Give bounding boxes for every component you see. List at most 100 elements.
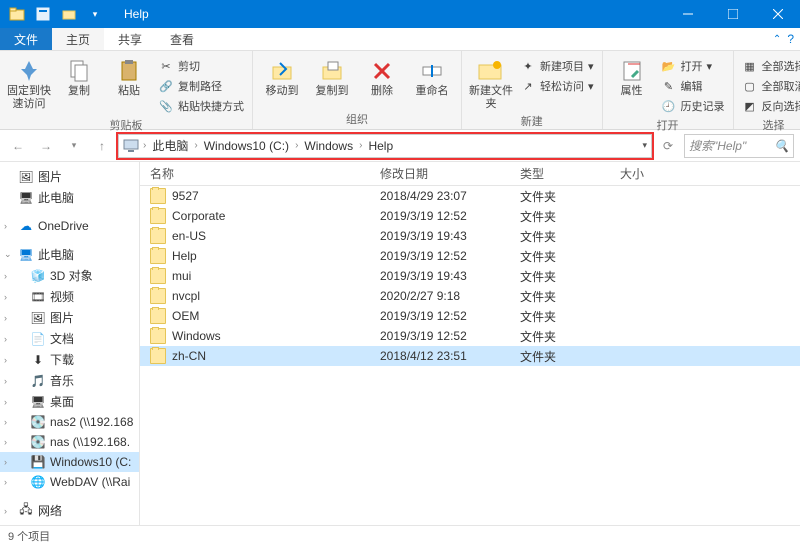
file-row[interactable]: Corporate2019/3/19 12:52文件夹: [140, 206, 800, 226]
expand-icon[interactable]: ›: [4, 506, 7, 516]
file-row[interactable]: zh-CN2018/4/12 23:51文件夹: [140, 346, 800, 366]
col-type[interactable]: 类型: [510, 165, 610, 182]
pin-button[interactable]: 固定到快速访问: [6, 55, 52, 111]
history-icon: 🕘: [661, 98, 677, 114]
col-size[interactable]: 大小: [610, 165, 690, 182]
col-date[interactable]: 修改日期: [370, 165, 510, 182]
tab-home[interactable]: 主页: [52, 28, 104, 50]
nav-3d[interactable]: ›🧊3D 对象: [0, 265, 139, 286]
expand-icon[interactable]: ›: [4, 417, 7, 427]
tab-file[interactable]: 文件: [0, 28, 52, 50]
music-icon: 🎵: [30, 373, 46, 389]
tab-view[interactable]: 查看: [156, 28, 208, 50]
expand-icon[interactable]: ›: [4, 355, 7, 365]
titlebar: ▾ Help: [0, 0, 800, 28]
file-row[interactable]: 95272018/4/29 23:07文件夹: [140, 186, 800, 206]
qat-newfolder-icon[interactable]: [58, 3, 80, 25]
file-date: 2019/3/19 12:52: [370, 249, 510, 263]
invert-button[interactable]: ◩反向选择: [740, 97, 800, 115]
folder-icon: [150, 248, 166, 264]
chevron-right-icon[interactable]: ›: [357, 140, 364, 151]
qat-properties-icon[interactable]: [32, 3, 54, 25]
help-icon[interactable]: ?: [787, 32, 794, 46]
expand-icon[interactable]: ›: [4, 334, 7, 344]
nav-desktop[interactable]: ›🖥桌面: [0, 391, 139, 412]
moveto-button[interactable]: 移动到: [259, 55, 305, 98]
forward-button[interactable]: →: [34, 134, 58, 158]
rename-button[interactable]: 重命名: [409, 55, 455, 98]
cut-button[interactable]: ✂剪切: [156, 57, 246, 75]
chevron-right-icon[interactable]: ›: [293, 140, 300, 151]
up-button[interactable]: ↑: [90, 134, 114, 158]
nav-cdrive[interactable]: ›💾Windows10 (C:: [0, 452, 139, 472]
newitem-icon: ✦: [520, 58, 536, 74]
edit-button[interactable]: ✎编辑: [659, 77, 727, 95]
file-row[interactable]: Windows2019/3/19 12:52文件夹: [140, 326, 800, 346]
ribbon-collapse-icon[interactable]: ⌃: [773, 34, 781, 45]
easyaccess-button[interactable]: ↗轻松访问 ▾: [518, 77, 596, 95]
delete-button[interactable]: 删除: [359, 55, 405, 98]
selectall-button[interactable]: ▦全部选择: [740, 57, 800, 75]
paste-shortcut-button[interactable]: 📎粘贴快捷方式: [156, 97, 246, 115]
file-row[interactable]: en-US2019/3/19 19:43文件夹: [140, 226, 800, 246]
expand-icon[interactable]: ›: [4, 457, 7, 467]
nav-music[interactable]: ›🎵音乐: [0, 370, 139, 391]
breadcrumb[interactable]: › 此电脑 › Windows10 (C:) › Windows › Help …: [118, 134, 652, 158]
file-row[interactable]: OEM2019/3/19 12:52文件夹: [140, 306, 800, 326]
file-row[interactable]: Help2019/3/19 12:52文件夹: [140, 246, 800, 266]
expand-icon[interactable]: ›: [4, 313, 7, 323]
expand-icon[interactable]: ›: [4, 221, 7, 231]
copypath-button[interactable]: 🔗复制路径: [156, 77, 246, 95]
nav-pics[interactable]: ›🖼图片: [0, 307, 139, 328]
selectnone-button[interactable]: ▢全部取消: [740, 77, 800, 95]
newitem-button[interactable]: ✦新建项目 ▾: [518, 57, 596, 75]
search-input[interactable]: 搜索"Help"🔍: [684, 134, 794, 158]
minimize-button[interactable]: [665, 0, 710, 28]
col-name[interactable]: 名称: [140, 165, 370, 182]
nav-docs[interactable]: ›📄文档: [0, 328, 139, 349]
history-button[interactable]: 🕘历史记录: [659, 97, 727, 115]
expand-icon[interactable]: ›: [4, 376, 7, 386]
back-button[interactable]: ←: [6, 134, 30, 158]
qat-dropdown-icon[interactable]: ▾: [84, 3, 106, 25]
nav-webdav[interactable]: ›🌐WebDAV (\\Rai: [0, 472, 139, 492]
nav-downloads[interactable]: ›⬇下载: [0, 349, 139, 370]
recent-dropdown[interactable]: ▾: [62, 134, 86, 158]
properties-button[interactable]: 属性: [609, 55, 655, 98]
file-name: zh-CN: [172, 349, 206, 363]
file-row[interactable]: mui2019/3/19 19:43文件夹: [140, 266, 800, 286]
refresh-button[interactable]: ⟳: [656, 134, 680, 158]
expand-icon[interactable]: ›: [4, 477, 7, 487]
address-dropdown-icon[interactable]: ▾: [642, 140, 647, 151]
breadcrumb-segment[interactable]: Windows: [302, 139, 355, 153]
breadcrumb-segment[interactable]: Windows10 (C:): [202, 139, 291, 153]
maximize-button[interactable]: [710, 0, 755, 28]
breadcrumb-segment[interactable]: Help: [366, 139, 395, 153]
copyto-button[interactable]: 复制到: [309, 55, 355, 98]
nav-videos[interactable]: ›🎞视频: [0, 286, 139, 307]
nav-thispc[interactable]: ⌄🖥此电脑: [0, 244, 139, 265]
breadcrumb-segment[interactable]: 此电脑: [150, 137, 190, 154]
copy-button[interactable]: 复制: [56, 55, 102, 98]
nav-pictures[interactable]: 🖼图片: [0, 166, 139, 187]
expand-icon[interactable]: ›: [4, 292, 7, 302]
chevron-right-icon[interactable]: ›: [192, 140, 199, 151]
open-button[interactable]: 📂打开 ▾: [659, 57, 727, 75]
close-button[interactable]: [755, 0, 800, 28]
collapse-icon[interactable]: ⌄: [4, 249, 12, 260]
column-headers: 名称 修改日期 类型 大小: [140, 162, 800, 186]
expand-icon[interactable]: ›: [4, 271, 7, 281]
file-row[interactable]: nvcpl2020/2/27 9:18文件夹: [140, 286, 800, 306]
statusbar: 9 个项目: [0, 525, 800, 545]
newfolder-button[interactable]: 新建文件夹: [468, 55, 514, 111]
nav-network[interactable]: ›🖧网络: [0, 500, 139, 521]
paste-button[interactable]: 粘贴: [106, 55, 152, 98]
chevron-right-icon[interactable]: ›: [141, 140, 148, 151]
nav-nas[interactable]: ›💽nas (\\192.168.: [0, 432, 139, 452]
nav-nas2[interactable]: ›💽nas2 (\\192.168: [0, 412, 139, 432]
nav-onedrive[interactable]: ›☁OneDrive: [0, 216, 139, 236]
expand-icon[interactable]: ›: [4, 437, 7, 447]
nav-thispc-quick[interactable]: 🖥此电脑: [0, 187, 139, 208]
expand-icon[interactable]: ›: [4, 397, 7, 407]
tab-share[interactable]: 共享: [104, 28, 156, 50]
